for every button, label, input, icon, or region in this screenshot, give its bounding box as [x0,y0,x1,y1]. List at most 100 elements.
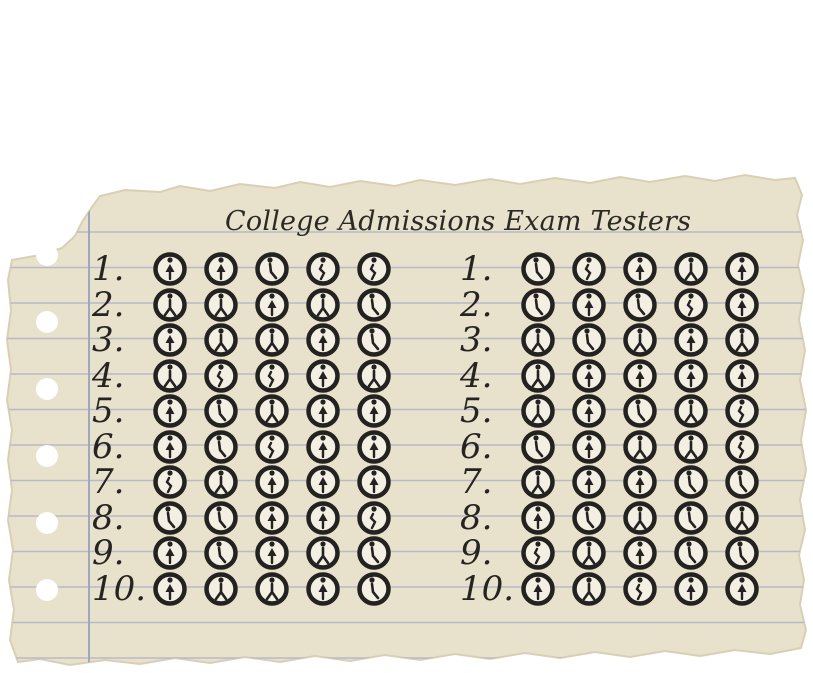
question-number: 3. [460,320,493,360]
stick-figure-walking-icon [520,322,556,358]
stick-figure-walking-icon [305,287,341,323]
question-row: 4. [92,357,392,395]
stick-figure-walking-icon [571,571,607,607]
stick-figure-bent-icon [571,251,607,287]
stick-figure-walking-icon [571,535,607,571]
stick-figure-arms-up-icon [673,322,709,358]
stick-figure-walking-icon [356,358,392,394]
stick-figure-arms-up-icon [152,251,188,287]
stick-figure-hunched-icon [673,464,709,500]
stick-figure-hunched-icon [152,500,188,536]
question-number: 4. [460,355,493,396]
stick-figure-hunched-icon [673,500,709,536]
stick-figure-arms-up-icon [305,358,341,394]
stick-figure-walking-icon [520,358,556,394]
stick-figure-arms-up-icon [571,464,607,500]
stick-figure-arms-up-icon [356,464,392,500]
answer-bubbles [152,500,392,536]
binder-hole [36,378,58,400]
answer-bubbles [520,251,760,287]
question-number: 2. [460,284,493,325]
answer-bubbles [520,393,760,429]
stick-figure-hunched-icon [571,322,607,358]
stick-figure-arms-up-icon [571,393,607,429]
stick-figure-hunched-icon [622,287,658,323]
question-row: 5. [92,392,392,430]
question-number: 7. [92,462,125,502]
stick-figure-walking-icon [152,287,188,323]
stick-figure-hunched-icon [724,535,760,571]
stick-figure-hunched-icon [356,535,392,571]
answer-bubbles [152,358,392,394]
stick-figure-hunched-icon [520,287,556,323]
stick-figure-bent-icon [724,393,760,429]
answer-bubbles [152,287,392,323]
stick-figure-bent-icon [356,500,392,536]
stick-figure-arms-up-icon [724,571,760,607]
question-number: 3. [92,320,125,360]
answer-bubbles [152,393,392,429]
stick-figure-bent-icon [673,287,709,323]
stick-figure-arms-up-icon [622,251,658,287]
question-number: 8. [92,497,125,538]
question-row: 9. [460,534,760,572]
stick-figure-arms-up-icon [305,571,341,607]
question-row: 8. [460,499,760,537]
stick-figure-arms-up-icon [152,535,188,571]
question-number: 5. [460,391,493,431]
stick-figure-hunched-icon [673,535,709,571]
binder-hole [36,244,58,266]
question-number: 5. [92,391,125,431]
question-number: 10. [92,568,147,609]
stick-figure-walking-icon [254,322,290,358]
stick-figure-arms-up-icon [724,358,760,394]
question-number: 1. [92,249,125,289]
stick-figure-arms-up-icon [152,429,188,465]
question-number: 4. [92,355,125,396]
stick-figure-hunched-icon [622,393,658,429]
question-number: 7. [460,462,493,502]
answer-bubbles [520,287,760,323]
question-row: 5. [460,392,760,430]
question-row: 7. [92,463,392,501]
stick-figure-hunched-icon [203,393,239,429]
stick-figure-arms-up-icon [571,358,607,394]
answer-bubbles [152,535,392,571]
question-row: 1. [92,250,392,288]
stick-figure-arms-up-icon [622,464,658,500]
stick-figure-arms-up-icon [571,429,607,465]
page-title: College Admissions Exam Testers [225,206,692,237]
stick-figure-walking-icon [203,571,239,607]
stick-figure-walking-icon [673,393,709,429]
stick-figure-bent-icon [356,251,392,287]
question-number: 9. [460,533,493,573]
question-row: 2. [92,286,392,324]
stick-figure-arms-up-icon [203,251,239,287]
question-number: 6. [460,426,493,467]
stick-figure-bent-icon [254,429,290,465]
stick-figure-hunched-icon [571,500,607,536]
stick-figure-arms-up-icon [254,500,290,536]
stick-figure-bent-icon [254,358,290,394]
stick-figure-walking-icon [254,393,290,429]
stick-figure-arms-up-icon [152,322,188,358]
stick-figure-walking-icon [724,500,760,536]
stick-figure-arms-up-icon [520,500,556,536]
stick-figure-walking-icon [622,322,658,358]
stick-figure-hunched-icon [356,322,392,358]
stick-figure-arms-up-icon [305,322,341,358]
answer-bubbles [520,322,760,358]
question-number: 10. [460,568,515,609]
answer-bubbles [152,251,392,287]
question-number: 2. [92,284,125,325]
stick-figure-hunched-icon [203,429,239,465]
answer-bubbles [152,429,392,465]
stick-figure-arms-up-icon [305,500,341,536]
stick-figure-hunched-icon [724,464,760,500]
stick-figure-arms-up-icon [520,571,556,607]
answer-bubbles [520,429,760,465]
stick-figure-walking-icon [254,571,290,607]
stick-figure-arms-up-icon [622,535,658,571]
stick-figure-hunched-icon [254,251,290,287]
stick-figure-hunched-icon [520,251,556,287]
